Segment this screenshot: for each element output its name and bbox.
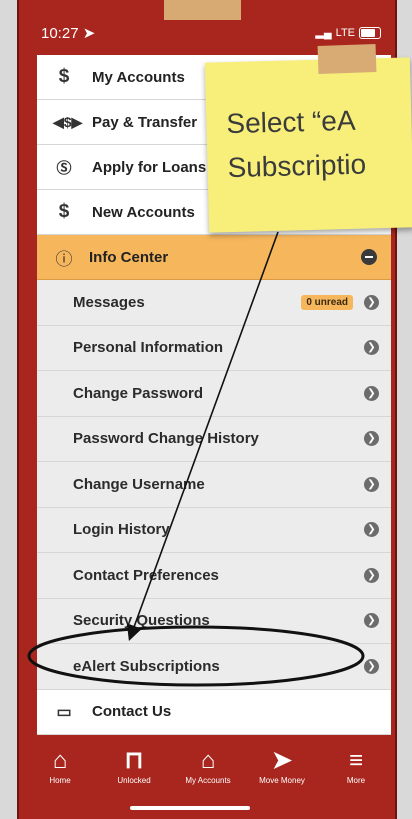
hamburger-icon: ≡ [348, 747, 363, 774]
tab-label: My Accounts [185, 776, 231, 785]
info-item-label: Login History [73, 521, 170, 539]
chevron-right-icon: ❯ [364, 522, 379, 538]
menu-label: Apply for Loans [92, 158, 207, 176]
info-item-password-change-history[interactable]: Password Change History ❯ [37, 416, 391, 462]
info-item-change-password[interactable]: Change Password ❯ [37, 371, 391, 417]
info-item-label: Change Password [73, 384, 204, 402]
transfer-icon: ◀$▶ [53, 113, 83, 130]
menu-label: My Accounts [92, 68, 185, 86]
unlock-icon: ⊓ [124, 747, 144, 774]
tab-label: Unlocked [117, 776, 151, 785]
info-item-personal-information[interactable]: Personal Information ❯ [37, 325, 391, 371]
chevron-right-icon: ❯ [364, 567, 379, 583]
menu-label: New Accounts [92, 203, 195, 221]
tab-label: More [346, 776, 366, 785]
note-tape [317, 43, 377, 75]
chevron-right-icon: ❯ [364, 294, 379, 310]
info-item-label: Password Change History [73, 430, 259, 448]
chevron-right-icon: ❯ [364, 476, 379, 492]
tab-home[interactable]: ⌂ Home [25, 746, 95, 785]
info-item-label: Security Questions [73, 612, 210, 630]
tab-unlocked[interactable]: ⊓ Unlocked [99, 746, 169, 785]
tab-label: Home [49, 776, 71, 785]
info-item-label: eAlert Subscriptions [73, 657, 220, 675]
info-item-messages[interactable]: Messages 0 unread ❯ [37, 280, 391, 326]
menu-label: Pay & Transfer [92, 113, 198, 131]
loan-coin-icon: Ⓢ [56, 159, 72, 177]
network-label: LTE [335, 26, 355, 39]
unread-badge: 0 unread [301, 294, 353, 310]
home-indicator [130, 806, 250, 810]
chevron-right-icon: ❯ [364, 658, 379, 674]
chevron-right-icon: ❯ [364, 340, 379, 356]
chevron-right-icon: ❯ [364, 385, 379, 401]
info-item-label: Change Username [73, 475, 205, 493]
menu-label: Info Center [89, 248, 169, 266]
info-item-label: Messages [73, 293, 145, 311]
home-icon: ⌂ [52, 747, 68, 774]
bank-icon: ⌂ [200, 747, 216, 774]
status-time: 10:27 ➤ [41, 25, 96, 42]
status-bar: 10:27 ➤ ▂▄ LTE [19, 20, 395, 48]
status-right: ▂▄ LTE [315, 26, 381, 39]
sticky-note: Select “eA Subscriptio [204, 57, 412, 233]
note-line-2: Subscriptio [227, 148, 367, 184]
contact-card-icon: ▭ [56, 703, 72, 721]
battery-icon [359, 26, 381, 39]
info-item-label: Contact Preferences [73, 566, 219, 584]
tab-move-money[interactable]: ➤ Move Money [247, 746, 317, 785]
menu-info-center[interactable]: ⓘ Info Center [37, 235, 391, 280]
menu-contact-us[interactable]: ▭ Contact Us [37, 689, 391, 735]
info-item-change-username[interactable]: Change Username ❯ [37, 462, 391, 508]
tab-more[interactable]: ≡ More [321, 746, 391, 785]
new-account-icon: $ [58, 201, 70, 222]
collapse-icon[interactable] [361, 249, 377, 265]
info-item-contact-preferences[interactable]: Contact Preferences ❯ [37, 553, 391, 599]
menu-label: Contact Us [92, 703, 172, 720]
dollar-icon: $ [58, 66, 70, 87]
chevron-right-icon: ❯ [364, 613, 379, 629]
tab-my-accounts[interactable]: ⌂ My Accounts [173, 746, 243, 785]
signal-icon: ▂▄ [315, 27, 332, 39]
chevron-right-icon: ❯ [364, 431, 379, 447]
note-line-1: Select “eA [226, 104, 356, 140]
tape-strip [164, 0, 241, 20]
info-item-security-questions[interactable]: Security Questions ❯ [37, 598, 391, 644]
tab-label: Move Money [259, 776, 305, 785]
send-icon: ➤ [271, 747, 293, 774]
info-item-login-history[interactable]: Login History ❯ [37, 507, 391, 553]
info-item-label: Personal Information [73, 339, 224, 357]
info-item-ealert-subscriptions[interactable]: eAlert Subscriptions ❯ [37, 644, 391, 690]
info-icon: ⓘ [55, 249, 73, 269]
